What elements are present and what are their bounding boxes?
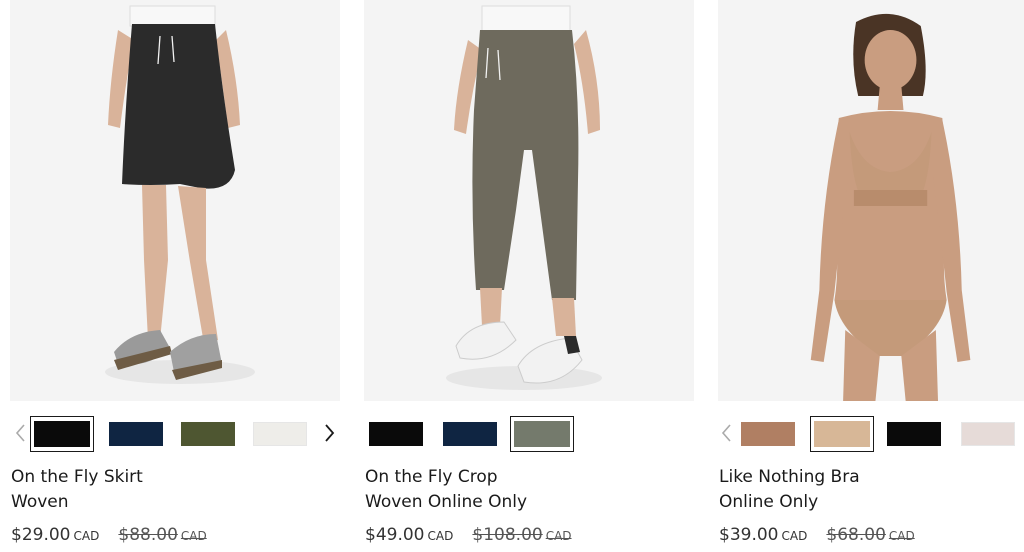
swatch-chip [109,422,163,446]
swatch-chip [253,422,307,446]
product-name[interactable]: On the Fly Skirt Woven [11,465,331,515]
color-swatch[interactable] [30,416,94,452]
product-card[interactable]: Like Nothing Bra Online Only $39.00 CAD $… [718,0,1024,552]
chevron-left-icon[interactable] [716,418,736,448]
color-swatch[interactable] [438,416,502,452]
original-currency: CAD [545,529,572,543]
product-card[interactable]: On the Fly Crop Woven Online Only $49.00… [364,0,696,552]
color-swatch-row [718,416,1024,452]
sale-price: $39.00 [719,525,779,545]
original-price-value: $88.00 [118,525,178,545]
product-name[interactable]: On the Fly Crop Woven Online Only [365,465,685,515]
product-name-line-2[interactable]: Online Only [719,490,1024,515]
sale-currency: CAD [781,529,808,543]
product-card[interactable]: On the Fly Skirt Woven $29.00 CAD $88.00 C… [10,0,342,552]
swatch-chip [34,421,90,447]
chevron-left-icon[interactable] [10,418,30,448]
sale-currency: CAD [73,529,100,543]
product-name-line-1[interactable]: On the Fly Crop [365,465,685,490]
color-swatch[interactable] [510,416,574,452]
chevron-right-icon[interactable] [320,418,340,448]
price-row: $29.00 CAD $88.00 CAD [11,525,207,545]
crop-pants-model-photo[interactable] [364,0,694,401]
color-swatch-row [364,416,696,452]
product-name-line-2[interactable]: Woven Online Only [365,490,685,515]
swatch-chip [741,422,795,446]
product-name-line-2[interactable]: Woven [11,490,331,515]
swatch-chip [814,421,870,447]
original-price: $108.00 CAD [472,525,572,545]
sale-price: $49.00 [365,525,425,545]
swatch-chip [443,422,497,446]
original-price: $88.00 CAD [118,525,207,545]
color-swatch[interactable] [248,416,312,452]
swatch-chip [514,421,570,447]
original-price-value: $108.00 [472,525,543,545]
price-row: $49.00 CAD $108.00 CAD [365,525,572,545]
price-row: $39.00 CAD $68.00 CAD [719,525,915,545]
bra-model-photo[interactable] [718,0,1024,401]
original-currency: CAD [888,529,915,543]
product-name-line-1[interactable]: Like Nothing Bra [719,465,1024,490]
color-swatch-row [10,416,342,452]
swatch-chip [887,422,941,446]
original-price-value: $68.00 [826,525,886,545]
original-currency: CAD [180,529,207,543]
color-swatch[interactable] [364,416,428,452]
color-swatch[interactable] [956,416,1020,452]
color-swatch[interactable] [736,416,800,452]
product-name[interactable]: Like Nothing Bra Online Only [719,465,1024,515]
swatch-chip [181,422,235,446]
swatch-chip [369,422,423,446]
original-price: $68.00 CAD [826,525,915,545]
skirt-model-photo[interactable] [10,0,340,401]
color-swatch[interactable] [882,416,946,452]
swatch-chip [961,422,1015,446]
color-swatch[interactable] [810,416,874,452]
sale-price: $29.00 [11,525,71,545]
sale-currency: CAD [427,529,454,543]
color-swatch[interactable] [176,416,240,452]
product-name-line-1[interactable]: On the Fly Skirt [11,465,331,490]
color-swatch[interactable] [104,416,168,452]
